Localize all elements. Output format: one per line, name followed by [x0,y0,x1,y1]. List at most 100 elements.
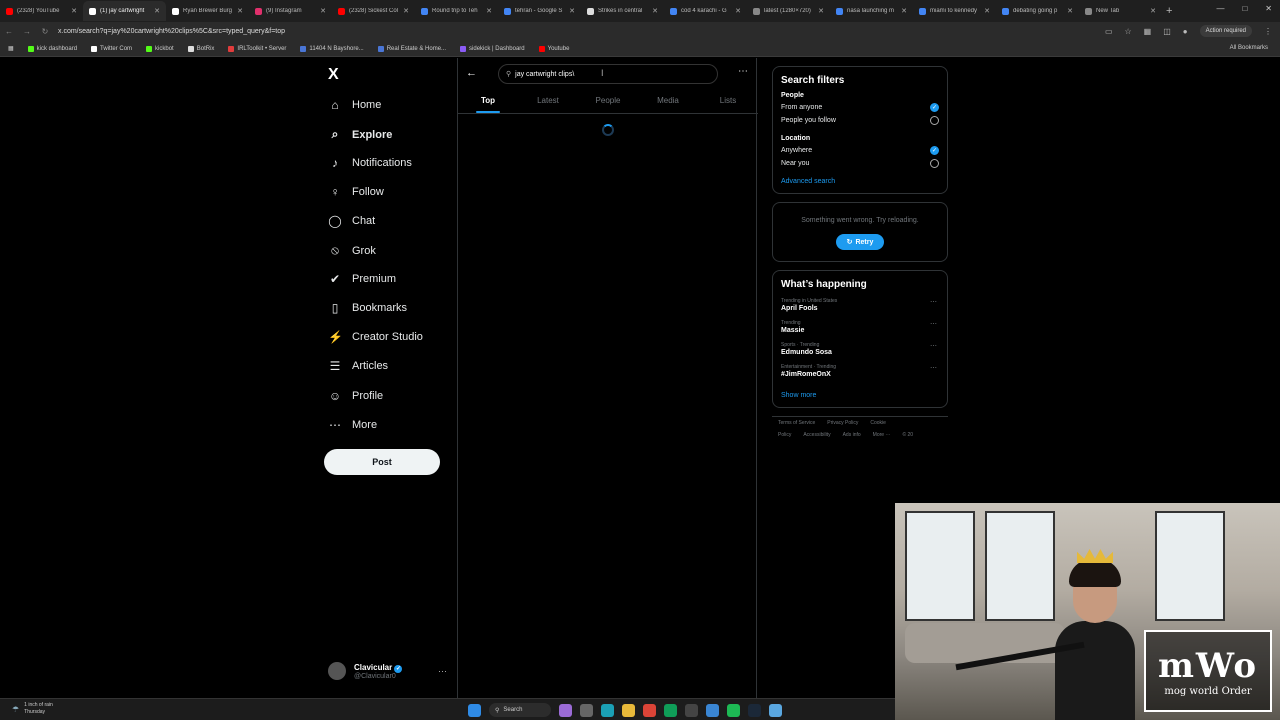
tab-media[interactable]: Media [638,88,698,113]
bookmark-item[interactable]: Real Estate & Home... [377,45,446,52]
url-field[interactable]: x.com/search?q=jay%20cartwright%20clips%… [58,28,285,35]
close-tab-icon[interactable]: ✕ [154,7,160,15]
browser-tab[interactable]: tehran - Google S ✕ [498,1,581,21]
profile-avatar-icon[interactable]: ● [1183,27,1188,36]
browser-tab[interactable]: (2328) Sickest Col ✕ [332,1,415,21]
reload-icon[interactable]: ↻ [36,27,54,36]
edge-icon[interactable] [601,703,614,717]
steam-icon[interactable] [748,703,761,717]
sidebar-item-articles[interactable]: ☰ Articles [328,359,388,373]
browser-tab[interactable]: (9) Instagram ✕ [249,1,332,21]
sidebar-item-grok[interactable]: ⦸ Grok [328,243,376,258]
footer-link[interactable]: Ads info [843,432,861,438]
trend-item[interactable]: Trending in United States April Fools ⋯ [781,298,939,312]
sidebar-item-chat[interactable]: ◯ Chat [328,214,375,228]
retry-button[interactable]: ↻ Retry [836,234,884,250]
back-arrow-icon[interactable]: ← [466,67,477,79]
footer-link[interactable]: © 20 [902,432,913,438]
all-bookmarks-button[interactable]: All Bookmarks [1230,45,1268,51]
sidepanel-icon[interactable]: ◫ [1163,27,1171,36]
bookmark-item[interactable]: Youtube [538,45,569,52]
taskbar-search[interactable]: ⚲ Search [489,703,551,717]
sidebar-item-creator-studio[interactable]: ⚡ Creator Studio [328,330,423,344]
sidebar-item-notifications[interactable]: ♪ Notifications [328,156,412,170]
sidebar-item-bookmarks[interactable]: ▯ Bookmarks [328,301,407,315]
filter-option[interactable]: From anyone ✓ [781,103,939,112]
browser-tab[interactable]: (2328) YouTube ✕ [0,1,83,21]
browser-tab[interactable]: cod 4 karachi - G ✕ [664,1,747,21]
tab-latest[interactable]: Latest [518,88,578,113]
sidebar-item-more[interactable]: ⋯ More [328,418,377,432]
footer-link[interactable]: Privacy Policy [827,420,858,426]
bookmark-item[interactable]: Twitter Com [91,45,132,52]
bookmark-item[interactable]: 11404 N Bayshore... [300,45,364,52]
browser-tab[interactable]: nasa launching m ✕ [830,1,913,21]
browser-tab[interactable]: Ryan Brewer Burg ✕ [166,1,249,21]
footer-link[interactable]: Accessibility [803,432,830,438]
bookmark-item[interactable]: kickbot [146,45,174,52]
close-tab-icon[interactable]: ✕ [1150,7,1156,15]
radio-icon[interactable] [930,159,939,168]
account-more-icon[interactable]: ⋯ [438,666,447,677]
close-tab-icon[interactable]: ✕ [735,7,741,15]
close-tab-icon[interactable]: ✕ [901,7,907,15]
forward-icon[interactable]: → [18,27,36,36]
filter-option[interactable]: People you follow [781,116,939,125]
menu-icon[interactable]: ⋮ [1264,27,1272,36]
sidebar-item-home[interactable]: ⌂ Home [328,98,381,112]
action-required-button[interactable]: Action required [1199,25,1252,37]
close-tab-icon[interactable]: ✕ [320,7,326,15]
extension-icon[interactable]: ▦ [1144,27,1152,36]
browser-tab[interactable]: (1) jay cartwright ✕ [83,1,166,21]
tab-people[interactable]: People [578,88,638,113]
bookmark-item[interactable]: kick dashboard [27,45,77,52]
x-logo[interactable]: X [328,66,339,84]
copilot-icon[interactable] [559,703,572,717]
star-icon[interactable]: ☆ [1125,27,1132,36]
bookmark-item[interactable]: BotRix [187,45,214,52]
sidebar-item-follow[interactable]: ♀ Follow [328,185,384,199]
filter-option[interactable]: Near you [781,159,939,168]
back-icon[interactable]: ← [0,27,18,36]
new-tab-button[interactable]: + [1166,5,1172,17]
windows-start-icon[interactable] [468,703,481,717]
show-more-link[interactable]: Show more [781,392,939,399]
app-icon[interactable] [769,703,782,717]
sidebar-item-profile[interactable]: ☺ Profile [328,389,383,403]
radio-icon[interactable]: ✓ [930,146,939,155]
trend-more-icon[interactable]: ⋯ [930,342,937,350]
close-icon[interactable]: ✕ [1265,4,1272,13]
browser-tab[interactable]: miami to kennedy ✕ [913,1,996,21]
close-tab-icon[interactable]: ✕ [71,7,77,15]
close-tab-icon[interactable]: ✕ [818,7,824,15]
close-tab-icon[interactable]: ✕ [403,7,409,15]
trend-more-icon[interactable]: ⋯ [930,298,937,306]
trend-more-icon[interactable]: ⋯ [930,320,937,328]
tab-lists[interactable]: Lists [698,88,758,113]
post-button[interactable]: Post [324,449,440,475]
tab-top[interactable]: Top [458,88,518,113]
obs-icon[interactable] [685,703,698,717]
app-icon[interactable] [706,703,719,717]
close-tab-icon[interactable]: ✕ [486,7,492,15]
search-input[interactable]: ⚲ jay cartwright clips\ [498,64,718,84]
footer-link[interactable]: Terms of Service [778,420,815,426]
bookmark-item[interactable]: sidekick | Dashboard [460,45,525,52]
account-switcher[interactable]: Clavicular ✓ @Clavicular0 [328,662,403,680]
radio-icon[interactable] [930,116,939,125]
task-view-icon[interactable] [580,703,593,717]
radio-icon[interactable]: ✓ [930,103,939,112]
trend-item[interactable]: Entertainment · Trending #JimRomeOnX ⋯ [781,364,939,378]
trend-item[interactable]: Sports · Trending Edmundo Sosa ⋯ [781,342,939,356]
file-explorer-icon[interactable] [622,703,635,717]
apps-icon[interactable]: ▦ [8,45,14,52]
close-tab-icon[interactable]: ✕ [237,7,243,15]
minimize-icon[interactable]: — [1216,4,1224,13]
weather-widget[interactable]: ☂ 1 inch of rain Thursday [12,702,53,716]
bookmark-item[interactable]: IRLToolkit • Server [228,45,286,52]
filter-option[interactable]: Anywhere ✓ [781,146,939,155]
close-tab-icon[interactable]: ✕ [569,7,575,15]
browser-tab[interactable]: debating going p ✕ [996,1,1079,21]
browser-tab[interactable]: Round trip to Teh ✕ [415,1,498,21]
sidebar-item-premium[interactable]: ✔ Premium [328,272,396,286]
